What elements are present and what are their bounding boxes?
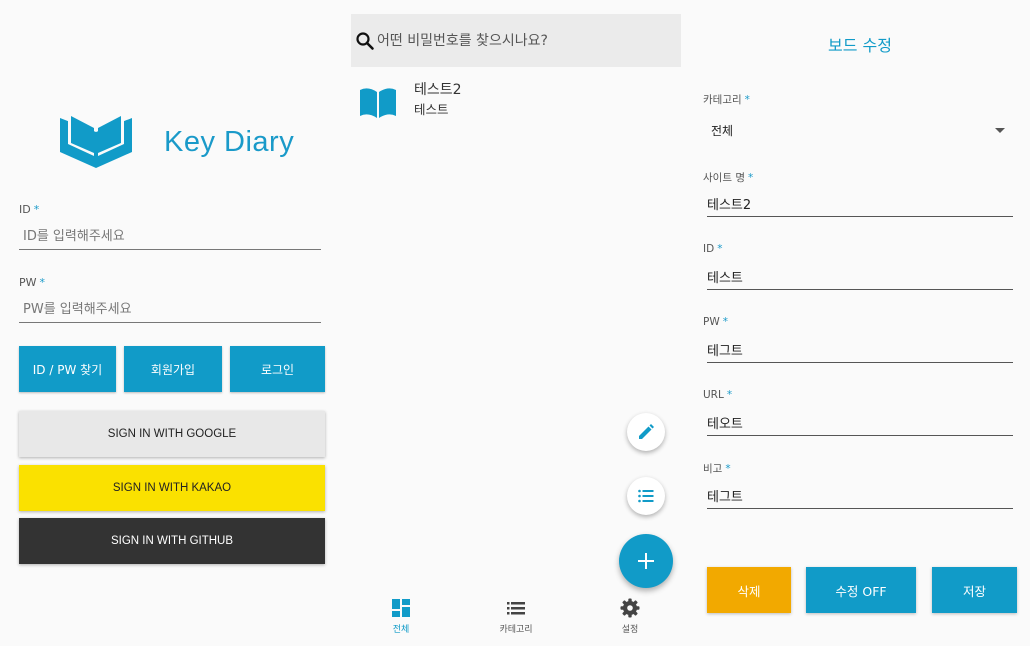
github-signin-button[interactable]: SIGN IN WITH GITHUB (19, 518, 325, 564)
pw-input[interactable] (19, 297, 321, 323)
signup-button[interactable]: 회원가입 (124, 346, 222, 392)
url-input[interactable] (707, 410, 1013, 436)
search-icon (356, 31, 374, 50)
note-label: 비고 * (703, 463, 731, 475)
item-subtitle: 테스트 (414, 102, 449, 117)
note-input[interactable] (707, 483, 1013, 509)
bottom-nav: 전체 카테고리 설정 (340, 590, 690, 646)
pw-input[interactable] (707, 337, 1013, 363)
plus-icon (638, 553, 654, 569)
category-value: 전체 (711, 123, 734, 138)
category-select[interactable]: 전체 (707, 117, 1013, 143)
list-screen: 테스트2 테스트 전체 (340, 0, 690, 646)
edit-screen: 보드 수정 카테고리* 전체 사이트 명* ID* PW* URL* 비고* 삭… (690, 0, 1030, 646)
id-input[interactable] (19, 224, 321, 250)
id-label: ID * (703, 243, 723, 255)
list-fab[interactable] (627, 477, 665, 515)
id-input[interactable] (707, 264, 1013, 290)
site-label: 사이트 명 * (703, 172, 754, 184)
add-fab[interactable] (619, 534, 673, 588)
search-input[interactable] (377, 32, 667, 49)
save-button[interactable]: 저장 (932, 567, 1017, 613)
book-logo-icon (60, 114, 132, 168)
pw-label: PW * (703, 316, 728, 328)
delete-button[interactable]: 삭제 (707, 567, 791, 613)
google-signin-button[interactable]: SIGN IN WITH GOOGLE (19, 411, 325, 457)
book-icon (360, 88, 396, 118)
login-screen: Key Diary ID* PW* ID / PW 찾기 회원가입 로그인 SI… (0, 0, 340, 646)
dashboard-icon (392, 599, 410, 617)
pencil-icon (639, 424, 654, 439)
nav-settings[interactable]: 설정 (595, 598, 665, 635)
search-bar[interactable] (351, 14, 681, 67)
pw-label: PW * (19, 276, 46, 289)
item-title: 테스트2 (414, 82, 462, 98)
list-icon (507, 602, 525, 615)
category-label: 카테고리 * (703, 94, 750, 106)
login-button[interactable]: 로그인 (230, 346, 325, 392)
site-name-input[interactable] (707, 191, 1013, 217)
kakao-signin-button[interactable]: SIGN IN WITH KAKAO (19, 465, 325, 511)
list-item[interactable]: 테스트2 테스트 (358, 78, 678, 124)
edit-fab[interactable] (627, 413, 665, 451)
id-label: ID * (19, 203, 40, 216)
edit-toggle-button[interactable]: 수정 OFF (806, 567, 916, 613)
url-label: URL * (703, 389, 733, 401)
app-title: Key Diary (164, 126, 295, 158)
dropdown-arrow-icon (995, 127, 1005, 133)
list-icon (638, 489, 654, 503)
find-id-pw-button[interactable]: ID / PW 찾기 (19, 346, 116, 392)
nav-all[interactable]: 전체 (366, 598, 436, 635)
nav-all-label: 전체 (392, 625, 410, 635)
page-title: 보드 수정 (828, 36, 892, 55)
nav-category-label: 카테고리 (499, 625, 533, 635)
gear-icon (620, 598, 640, 618)
nav-settings-label: 설정 (621, 625, 639, 635)
nav-category[interactable]: 카테고리 (481, 598, 551, 635)
